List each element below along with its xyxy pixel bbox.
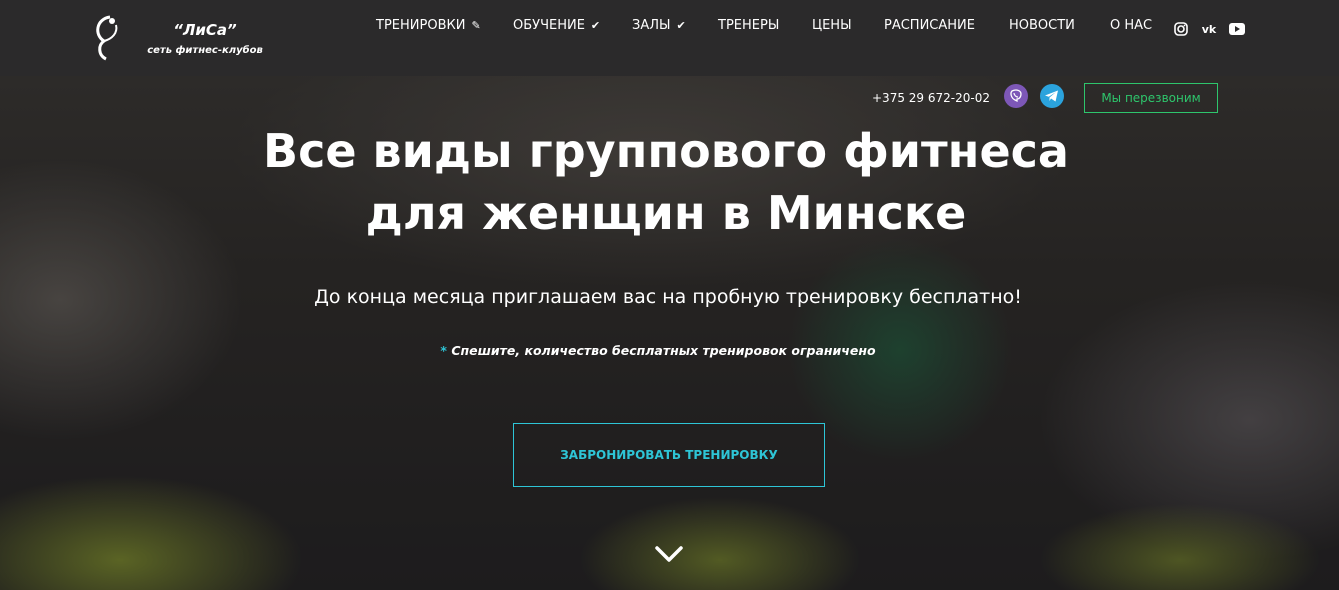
nav-item-trainings[interactable]: ТРЕНИРОВКИ ✎ <box>376 18 481 33</box>
check-icon[interactable]: ✔ <box>591 19 600 32</box>
logo-mark-icon <box>82 10 130 66</box>
nav-item-label: РАСПИСАНИЕ <box>884 18 975 33</box>
viber-icon[interactable] <box>1004 84 1028 108</box>
nav-item-label: ОБУЧЕНИЕ <box>513 18 585 33</box>
callback-button[interactable]: Мы перезвоним <box>1084 83 1218 113</box>
note-asterisk: * <box>440 343 447 358</box>
note-text: Спешите, количество бесплатных тренирово… <box>451 343 876 358</box>
nav-item-news[interactable]: НОВОСТИ <box>1009 18 1075 33</box>
instagram-icon[interactable] <box>1170 18 1192 40</box>
nav-item-about[interactable]: О НАС <box>1110 18 1152 33</box>
pencil-icon[interactable]: ✎ <box>471 19 480 32</box>
brand-name: “ЛиСа” <box>173 20 237 39</box>
nav-item-label: ЦЕНЫ <box>812 18 852 33</box>
check-icon[interactable]: ✔ <box>676 19 685 32</box>
youtube-icon[interactable] <box>1226 18 1248 40</box>
chevron-down-icon[interactable] <box>652 540 686 568</box>
nav-item-schedule[interactable]: РАСПИСАНИЕ <box>884 18 975 33</box>
social-links: vk <box>1170 18 1248 40</box>
nav-item-trainers[interactable]: ТРЕНЕРЫ <box>718 18 779 33</box>
hero-title: Все виды группового фитнеса для женщин в… <box>263 124 1069 240</box>
site-header: “ЛиСа” сеть фитнес-клубов ТРЕНИРОВКИ ✎ О… <box>0 0 1339 76</box>
main-nav: ТРЕНИРОВКИ ✎ ОБУЧЕНИЕ ✔ ЗАЛЫ ✔ ТРЕНЕРЫ Ц… <box>356 12 1282 66</box>
nav-item-label: ЗАЛЫ <box>632 18 671 33</box>
vk-icon[interactable]: vk <box>1198 18 1220 40</box>
nav-item-education[interactable]: ОБУЧЕНИЕ ✔ <box>513 18 600 33</box>
logo[interactable]: “ЛиСа” сеть фитнес-клубов <box>72 6 284 70</box>
telegram-icon[interactable] <box>1040 84 1064 108</box>
hero-subtitle: До конца месяца приглашаем вас на пробну… <box>314 286 1022 308</box>
phone-number[interactable]: +375 29 672-20-02 <box>872 91 990 105</box>
hero-note: * Спешите, количество бесплатных трениро… <box>406 343 910 358</box>
nav-item-label: О НАС <box>1110 18 1153 33</box>
nav-item-prices[interactable]: ЦЕНЫ <box>812 18 852 33</box>
nav-item-label: ТРЕНИРОВКИ <box>376 18 466 33</box>
nav-item-label: НОВОСТИ <box>1009 18 1075 33</box>
nav-item-halls[interactable]: ЗАЛЫ ✔ <box>632 18 686 33</box>
nav-item-label: ТРЕНЕРЫ <box>718 18 780 33</box>
brand-tagline: сеть фитнес-клубов <box>147 44 263 56</box>
book-training-button[interactable]: ЗАБРОНИРОВАТЬ ТРЕНИРОВКУ <box>513 423 825 487</box>
